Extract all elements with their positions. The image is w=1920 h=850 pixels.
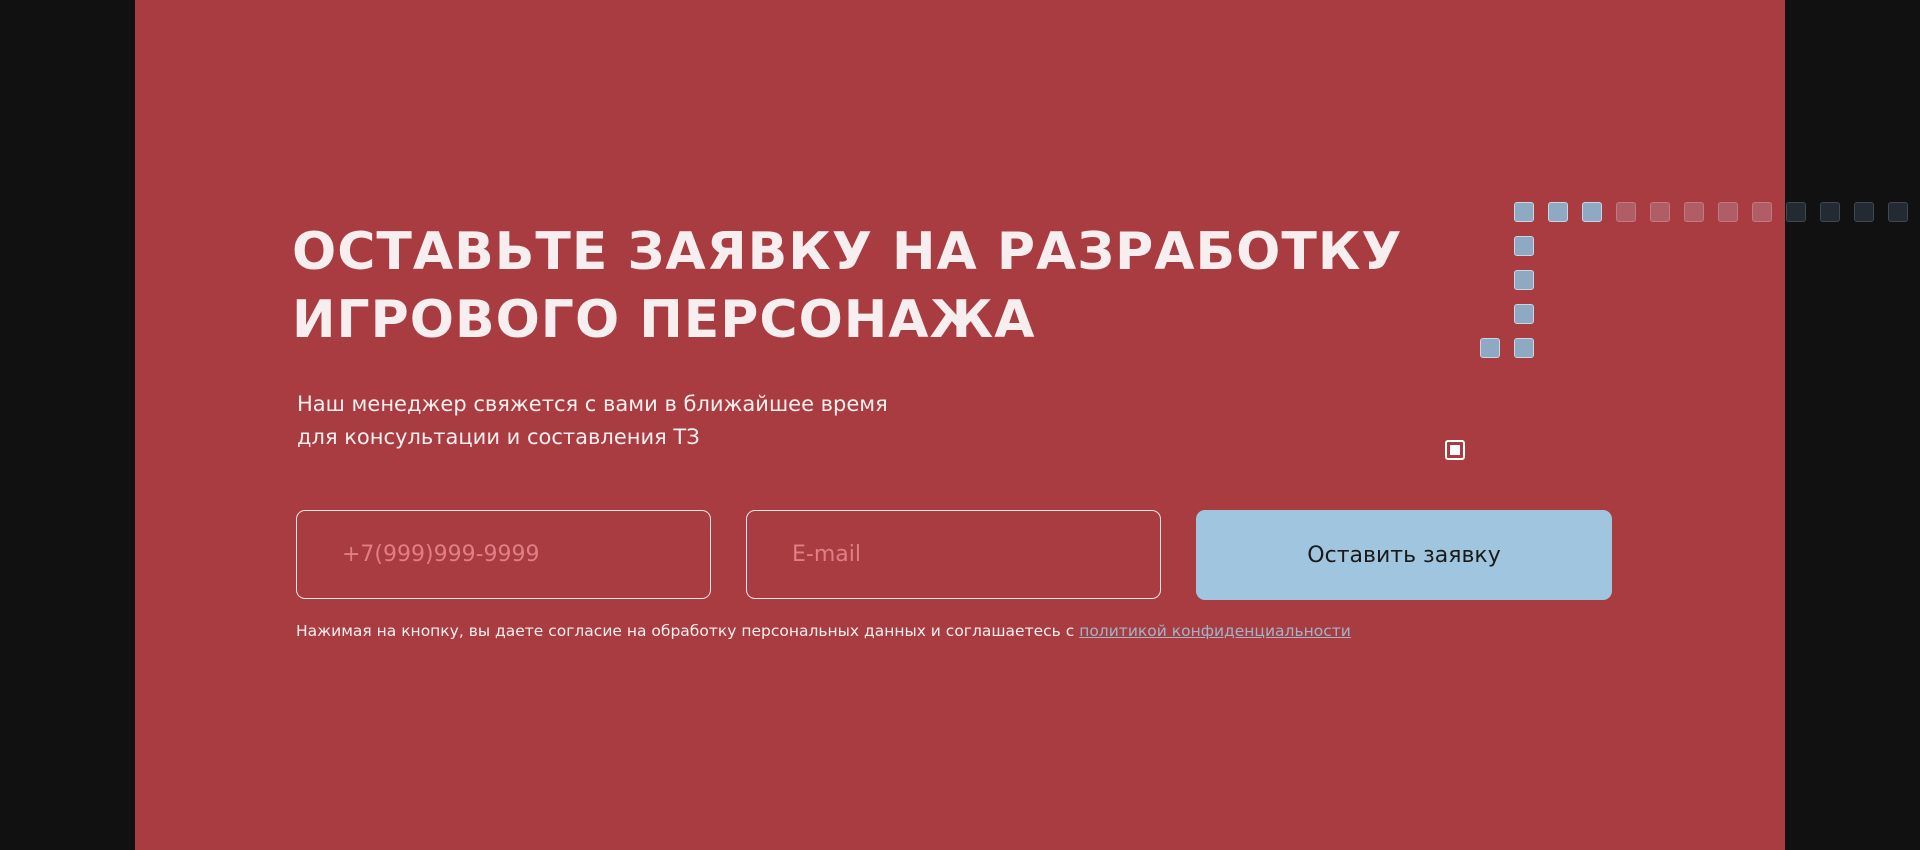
page: ОСТАВЬТЕ ЗАЯВКУ НА РАЗРАБОТКУ ИГРОВОГО П…	[0, 0, 1920, 850]
pixel-square-icon	[1514, 304, 1534, 324]
consent-text: Нажимая на кнопку, вы даете согласие на …	[296, 622, 1080, 640]
pixel-square-icon	[1548, 202, 1568, 222]
pixel-square-icon	[1514, 236, 1534, 256]
pixel-square-icon	[1514, 270, 1534, 290]
title-line-1: ОСТАВЬТЕ ЗАЯВКУ НА РАЗРАБОТКУ	[292, 222, 1403, 282]
pixel-square-icon	[1616, 202, 1636, 222]
pixel-square-icon	[1718, 202, 1738, 222]
pixel-square-icon	[1752, 202, 1772, 222]
pixel-square-icon	[1582, 202, 1602, 222]
pixel-square-icon	[1820, 202, 1840, 222]
submit-request-button[interactable]: Оставить заявку	[1196, 510, 1612, 600]
pixel-square-icon	[1684, 202, 1704, 222]
pixel-square-icon	[1854, 202, 1874, 222]
pixel-square-icon	[1514, 202, 1534, 222]
page-title: ОСТАВЬТЕ ЗАЯВКУ НА РАЗРАБОТКУ ИГРОВОГО П…	[292, 218, 1402, 354]
privacy-policy-link[interactable]: политикой конфиденциальности	[1079, 622, 1351, 640]
pixel-square-icon	[1445, 440, 1465, 460]
pixel-square-icon	[1480, 338, 1500, 358]
pixel-square-icon	[1888, 202, 1908, 222]
subtitle: Наш менеджер свяжется с вами в ближайшее…	[297, 388, 888, 454]
pixel-square-icon	[1514, 338, 1534, 358]
pixel-square-icon	[1786, 202, 1806, 222]
email-input[interactable]	[746, 510, 1161, 599]
pixel-square-icon	[1650, 202, 1670, 222]
subtitle-line-2: для консультации и составления ТЗ	[297, 425, 700, 449]
subtitle-line-1: Наш менеджер свяжется с вами в ближайшее…	[297, 392, 888, 416]
consent-notice: Нажимая на кнопку, вы даете согласие на …	[296, 622, 1351, 640]
title-line-2: ИГРОВОГО ПЕРСОНАЖА	[292, 290, 1036, 350]
phone-input[interactable]	[296, 510, 711, 599]
